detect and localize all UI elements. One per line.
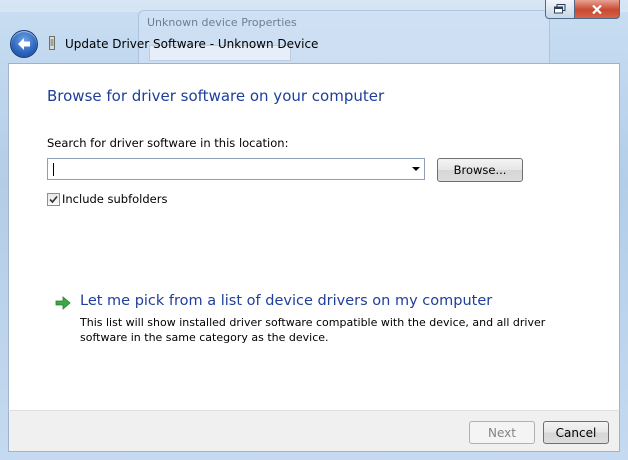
next-button[interactable]: Next xyxy=(469,421,535,444)
wizard-content: Browse for driver software on your compu… xyxy=(8,63,620,410)
wizard-header: Update Driver Software - Unknown Device xyxy=(8,30,608,58)
next-button-label: Next xyxy=(488,425,516,440)
search-location-label: Search for driver software in this locat… xyxy=(47,136,289,150)
page-heading: Browse for driver software on your compu… xyxy=(47,87,385,105)
window-title: Update Driver Software - Unknown Device xyxy=(65,37,319,51)
close-icon xyxy=(592,4,602,14)
close-button[interactable] xyxy=(574,0,620,19)
back-button[interactable] xyxy=(10,30,38,58)
restore-icon xyxy=(554,4,566,14)
background-window-title: Unknown device Properties xyxy=(147,16,297,29)
checkmark-icon xyxy=(49,195,58,203)
pick-driver-link[interactable]: Let me pick from a list of device driver… xyxy=(80,293,492,309)
pick-driver-description: This list will show installed driver sof… xyxy=(80,316,546,344)
back-arrow-icon xyxy=(18,38,30,50)
update-driver-window: Unknown device Properties Update Driver … xyxy=(0,0,628,460)
search-location-combobox[interactable] xyxy=(47,158,425,180)
wizard-footer: Next Cancel xyxy=(8,410,620,452)
restore-button[interactable] xyxy=(545,0,575,19)
cancel-button-label: Cancel xyxy=(555,425,597,440)
browse-button-label: Browse... xyxy=(453,163,507,177)
dropdown-arrow-icon[interactable] xyxy=(412,167,420,171)
green-arrow-icon xyxy=(55,296,71,310)
caption-buttons xyxy=(545,0,620,20)
include-subfolders-checkbox[interactable] xyxy=(47,192,60,206)
include-subfolders-label: Include subfolders xyxy=(62,192,168,206)
device-icon xyxy=(49,36,55,50)
text-caret xyxy=(53,163,54,176)
browse-button[interactable]: Browse... xyxy=(437,158,523,182)
cancel-button[interactable]: Cancel xyxy=(543,421,609,444)
include-subfolders-option[interactable]: Include subfolders xyxy=(47,191,167,207)
